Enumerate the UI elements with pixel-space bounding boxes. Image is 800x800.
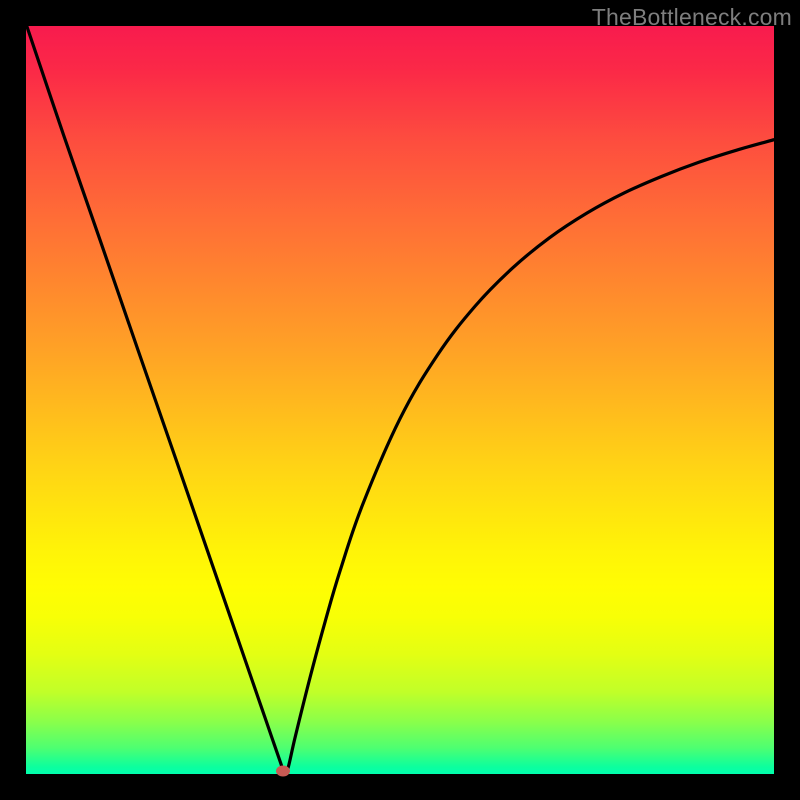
watermark-text: TheBottleneck.com xyxy=(592,4,792,31)
plot-area xyxy=(26,26,774,774)
chart-frame: TheBottleneck.com xyxy=(0,0,800,800)
curve-svg xyxy=(26,26,774,774)
bottleneck-curve xyxy=(27,26,774,773)
optimal-point-marker xyxy=(276,766,290,777)
